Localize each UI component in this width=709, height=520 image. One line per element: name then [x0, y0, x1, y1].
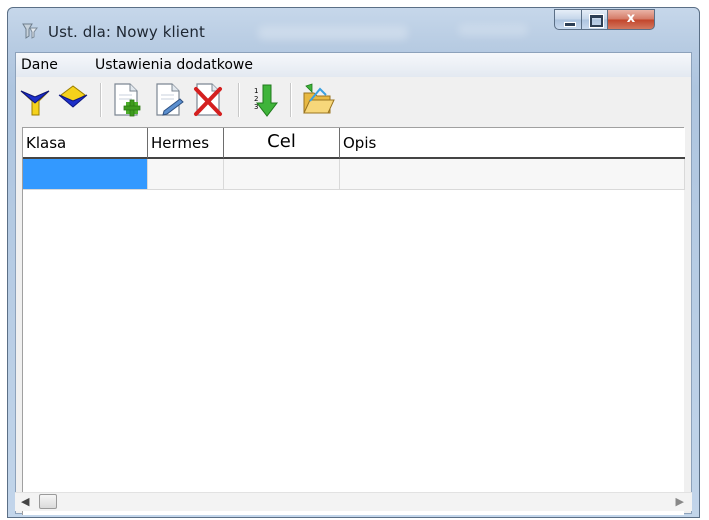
toolbar-separator [290, 83, 291, 117]
scroll-left-icon[interactable]: ◀ [21, 495, 29, 508]
title-bar[interactable]: Ust. dla: Nowy klient x [8, 8, 699, 54]
add-document-icon[interactable] [108, 81, 144, 119]
filter-funnel-icon[interactable] [18, 81, 54, 119]
menu-ustawienia-dodatkowe[interactable]: Ustawienia dodatkowe [95, 57, 253, 73]
sort-down-icon[interactable]: 1 2 3 [248, 81, 284, 119]
title-reflection [258, 26, 408, 40]
column-header-cel[interactable]: Cel [224, 128, 340, 159]
title-reflection [458, 24, 528, 36]
toolbar: 1 2 3 [16, 77, 691, 125]
delete-icon[interactable] [190, 81, 226, 119]
window-title: Ust. dla: Nowy klient [48, 23, 205, 41]
table-cell-cel[interactable] [224, 159, 340, 190]
menu-bar: Dane Ustawienia dodatkowe [16, 53, 691, 78]
table-cell-opis[interactable] [340, 159, 685, 190]
maximize-button[interactable] [581, 9, 608, 30]
table-cell-hermes[interactable] [148, 159, 224, 190]
open-folder-icon[interactable] [300, 81, 336, 119]
app-window: Ust. dla: Nowy klient x Dane Ustawienia … [7, 7, 700, 518]
column-header-hermes[interactable]: Hermes [148, 128, 224, 159]
scroll-right-icon[interactable]: ▶ [676, 495, 684, 508]
edit-document-icon[interactable] [150, 81, 186, 119]
menu-dane[interactable]: Dane [21, 57, 58, 73]
table-cell-klasa[interactable] [23, 159, 148, 190]
data-grid[interactable]: Klasa Hermes Cel Opis [22, 127, 685, 515]
filter-clear-icon[interactable] [56, 81, 92, 119]
svg-text:2: 2 [254, 95, 258, 103]
svg-text:1: 1 [254, 87, 258, 95]
column-header-klasa[interactable]: Klasa [23, 128, 148, 159]
minimize-button[interactable] [554, 9, 582, 30]
horizontal-scrollbar[interactable]: ◀ ▶ [15, 492, 692, 511]
column-header-opis[interactable]: Opis [340, 128, 685, 159]
close-icon: x [626, 11, 636, 26]
scroll-thumb[interactable] [39, 494, 57, 509]
minimize-icon [564, 22, 576, 27]
maximize-icon [590, 15, 603, 27]
close-button[interactable]: x [607, 9, 655, 30]
app-icon [22, 23, 38, 39]
toolbar-separator [238, 83, 239, 117]
client-area: Dane Ustawienia dodatkowe 1 2 3 Klasa He… [15, 52, 692, 515]
toolbar-separator [100, 83, 101, 117]
